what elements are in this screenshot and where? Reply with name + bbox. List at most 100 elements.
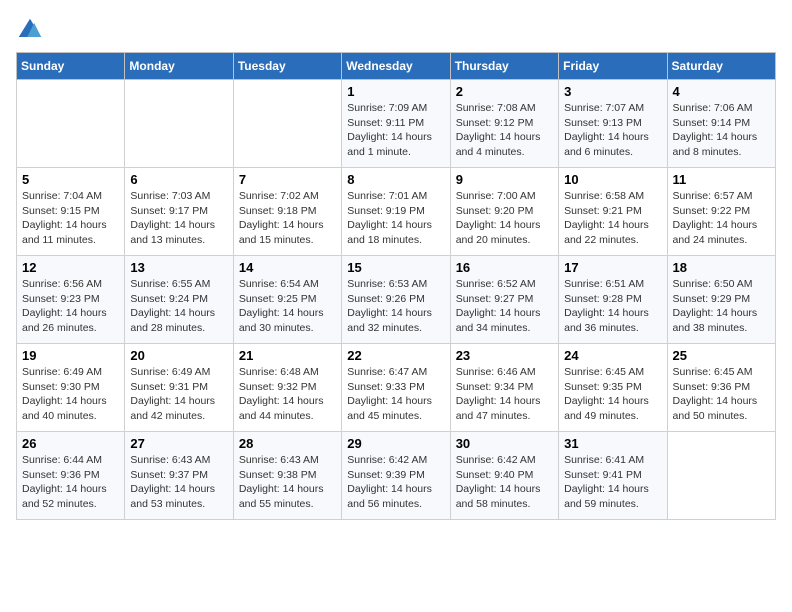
day-number: 19 xyxy=(22,348,119,363)
day-number: 13 xyxy=(130,260,227,275)
calendar-cell: 17 Sunrise: 6:51 AM Sunset: 9:28 PM Dayli… xyxy=(559,256,667,344)
day-number: 15 xyxy=(347,260,444,275)
day-info: Sunrise: 6:42 AM Sunset: 9:40 PM Dayligh… xyxy=(456,453,553,512)
day-number: 31 xyxy=(564,436,661,451)
calendar-cell: 16 Sunrise: 6:52 AM Sunset: 9:27 PM Dayli… xyxy=(450,256,558,344)
calendar-cell: 28 Sunrise: 6:43 AM Sunset: 9:38 PM Dayli… xyxy=(233,432,341,520)
day-number: 20 xyxy=(130,348,227,363)
day-number: 27 xyxy=(130,436,227,451)
day-header-thursday: Thursday xyxy=(450,53,558,80)
day-number: 2 xyxy=(456,84,553,99)
calendar-cell: 6 Sunrise: 7:03 AM Sunset: 9:17 PM Daylig… xyxy=(125,168,233,256)
calendar-cell: 7 Sunrise: 7:02 AM Sunset: 9:18 PM Daylig… xyxy=(233,168,341,256)
calendar-cell: 21 Sunrise: 6:48 AM Sunset: 9:32 PM Dayli… xyxy=(233,344,341,432)
day-number: 11 xyxy=(673,172,770,187)
calendar-cell: 24 Sunrise: 6:45 AM Sunset: 9:35 PM Dayli… xyxy=(559,344,667,432)
day-header-sunday: Sunday xyxy=(17,53,125,80)
calendar-cell: 2 Sunrise: 7:08 AM Sunset: 9:12 PM Daylig… xyxy=(450,80,558,168)
day-info: Sunrise: 6:53 AM Sunset: 9:26 PM Dayligh… xyxy=(347,277,444,336)
day-info: Sunrise: 7:04 AM Sunset: 9:15 PM Dayligh… xyxy=(22,189,119,248)
calendar-cell: 14Sunrise: 6:54 AM Sunset: 9:25 PM Dayli… xyxy=(233,256,341,344)
day-number: 8 xyxy=(347,172,444,187)
day-info: Sunrise: 6:55 AM Sunset: 9:24 PM Dayligh… xyxy=(130,277,227,336)
day-info: Sunrise: 6:50 AM Sunset: 9:29 PM Dayligh… xyxy=(673,277,770,336)
day-number: 1 xyxy=(347,84,444,99)
page-header xyxy=(16,16,776,44)
day-number: 6 xyxy=(130,172,227,187)
day-number: 3 xyxy=(564,84,661,99)
day-info: Sunrise: 6:45 AM Sunset: 9:36 PM Dayligh… xyxy=(673,365,770,424)
day-number: 12 xyxy=(22,260,119,275)
calendar-cell xyxy=(125,80,233,168)
calendar-cell: 25 Sunrise: 6:45 AM Sunset: 9:36 PM Dayli… xyxy=(667,344,775,432)
day-number: 7 xyxy=(239,172,336,187)
day-info: Sunrise: 7:00 AM Sunset: 9:20 PM Dayligh… xyxy=(456,189,553,248)
calendar-cell xyxy=(667,432,775,520)
calendar-cell: 23Sunrise: 6:46 AM Sunset: 9:34 PM Dayli… xyxy=(450,344,558,432)
calendar-cell: 13 Sunrise: 6:55 AM Sunset: 9:24 PM Dayli… xyxy=(125,256,233,344)
day-number: 24 xyxy=(564,348,661,363)
day-info: Sunrise: 6:44 AM Sunset: 9:36 PM Dayligh… xyxy=(22,453,119,512)
day-info: Sunrise: 6:58 AM Sunset: 9:21 PM Dayligh… xyxy=(564,189,661,248)
day-info: Sunrise: 7:07 AM Sunset: 9:13 PM Dayligh… xyxy=(564,101,661,160)
day-header-tuesday: Tuesday xyxy=(233,53,341,80)
calendar-cell: 8 Sunrise: 7:01 AM Sunset: 9:19 PM Daylig… xyxy=(342,168,450,256)
day-number: 29 xyxy=(347,436,444,451)
calendar-cell: 26 Sunrise: 6:44 AM Sunset: 9:36 PM Dayli… xyxy=(17,432,125,520)
day-number: 4 xyxy=(673,84,770,99)
day-number: 16 xyxy=(456,260,553,275)
day-number: 26 xyxy=(22,436,119,451)
day-header-wednesday: Wednesday xyxy=(342,53,450,80)
calendar-cell: 31 Sunrise: 6:41 AM Sunset: 9:41 PM Dayli… xyxy=(559,432,667,520)
week-row-1: 1 Sunrise: 7:09 AM Sunset: 9:11 PM Daylig… xyxy=(17,80,776,168)
day-info: Sunrise: 7:09 AM Sunset: 9:11 PM Dayligh… xyxy=(347,101,444,160)
calendar-cell xyxy=(233,80,341,168)
calendar-cell: 18Sunrise: 6:50 AM Sunset: 9:29 PM Dayli… xyxy=(667,256,775,344)
day-number: 10 xyxy=(564,172,661,187)
day-info: Sunrise: 6:49 AM Sunset: 9:31 PM Dayligh… xyxy=(130,365,227,424)
day-number: 9 xyxy=(456,172,553,187)
day-info: Sunrise: 6:48 AM Sunset: 9:32 PM Dayligh… xyxy=(239,365,336,424)
day-info: Sunrise: 6:41 AM Sunset: 9:41 PM Dayligh… xyxy=(564,453,661,512)
day-info: Sunrise: 6:45 AM Sunset: 9:35 PM Dayligh… xyxy=(564,365,661,424)
calendar-table: SundayMondayTuesdayWednesdayThursdayFrid… xyxy=(16,52,776,520)
day-info: Sunrise: 6:47 AM Sunset: 9:33 PM Dayligh… xyxy=(347,365,444,424)
calendar-cell: 5 Sunrise: 7:04 AM Sunset: 9:15 PM Daylig… xyxy=(17,168,125,256)
day-header-friday: Friday xyxy=(559,53,667,80)
week-row-2: 5 Sunrise: 7:04 AM Sunset: 9:15 PM Daylig… xyxy=(17,168,776,256)
day-info: Sunrise: 6:57 AM Sunset: 9:22 PM Dayligh… xyxy=(673,189,770,248)
day-header-saturday: Saturday xyxy=(667,53,775,80)
calendar-header-row: SundayMondayTuesdayWednesdayThursdayFrid… xyxy=(17,53,776,80)
calendar-cell: 27 Sunrise: 6:43 AM Sunset: 9:37 PM Dayli… xyxy=(125,432,233,520)
day-header-monday: Monday xyxy=(125,53,233,80)
day-number: 5 xyxy=(22,172,119,187)
day-info: Sunrise: 7:02 AM Sunset: 9:18 PM Dayligh… xyxy=(239,189,336,248)
calendar-cell xyxy=(17,80,125,168)
day-number: 25 xyxy=(673,348,770,363)
calendar-cell: 3 Sunrise: 7:07 AM Sunset: 9:13 PM Daylig… xyxy=(559,80,667,168)
day-info: Sunrise: 7:08 AM Sunset: 9:12 PM Dayligh… xyxy=(456,101,553,160)
day-number: 28 xyxy=(239,436,336,451)
day-info: Sunrise: 6:43 AM Sunset: 9:37 PM Dayligh… xyxy=(130,453,227,512)
calendar-cell: 22Sunrise: 6:47 AM Sunset: 9:33 PM Dayli… xyxy=(342,344,450,432)
logo-icon xyxy=(16,16,44,44)
calendar-cell: 20 Sunrise: 6:49 AM Sunset: 9:31 PM Dayli… xyxy=(125,344,233,432)
day-info: Sunrise: 6:52 AM Sunset: 9:27 PM Dayligh… xyxy=(456,277,553,336)
calendar-cell: 1 Sunrise: 7:09 AM Sunset: 9:11 PM Daylig… xyxy=(342,80,450,168)
calendar-cell: 19Sunrise: 6:49 AM Sunset: 9:30 PM Dayli… xyxy=(17,344,125,432)
week-row-3: 12Sunrise: 6:56 AM Sunset: 9:23 PM Dayli… xyxy=(17,256,776,344)
day-info: Sunrise: 6:43 AM Sunset: 9:38 PM Dayligh… xyxy=(239,453,336,512)
calendar-cell: 15 Sunrise: 6:53 AM Sunset: 9:26 PM Dayli… xyxy=(342,256,450,344)
calendar-cell: 29Sunrise: 6:42 AM Sunset: 9:39 PM Dayli… xyxy=(342,432,450,520)
day-info: Sunrise: 6:46 AM Sunset: 9:34 PM Dayligh… xyxy=(456,365,553,424)
calendar-cell: 10 Sunrise: 6:58 AM Sunset: 9:21 PM Dayli… xyxy=(559,168,667,256)
day-number: 30 xyxy=(456,436,553,451)
day-number: 14 xyxy=(239,260,336,275)
day-info: Sunrise: 7:06 AM Sunset: 9:14 PM Dayligh… xyxy=(673,101,770,160)
calendar-cell: 12Sunrise: 6:56 AM Sunset: 9:23 PM Dayli… xyxy=(17,256,125,344)
day-number: 17 xyxy=(564,260,661,275)
day-info: Sunrise: 7:01 AM Sunset: 9:19 PM Dayligh… xyxy=(347,189,444,248)
day-info: Sunrise: 7:03 AM Sunset: 9:17 PM Dayligh… xyxy=(130,189,227,248)
day-number: 21 xyxy=(239,348,336,363)
day-info: Sunrise: 6:51 AM Sunset: 9:28 PM Dayligh… xyxy=(564,277,661,336)
